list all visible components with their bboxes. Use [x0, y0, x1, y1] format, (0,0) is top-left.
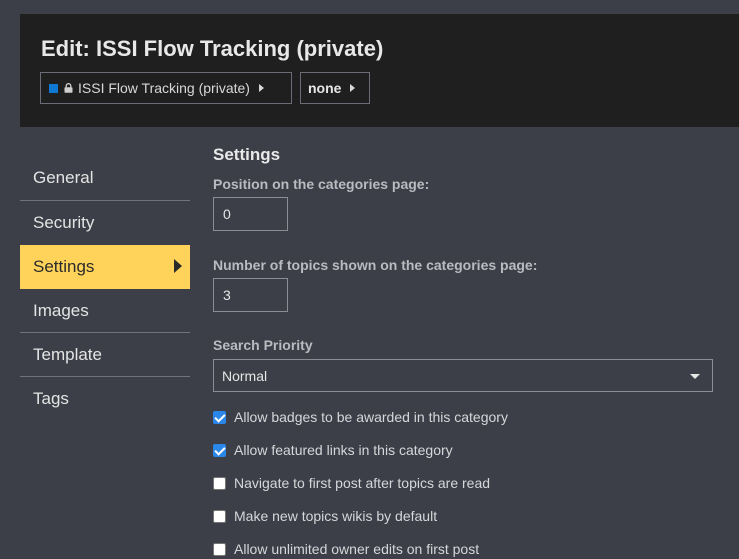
checkbox-label: Allow badges to be awarded in this categ… — [234, 409, 508, 425]
sidebar-item-label: Images — [33, 301, 89, 320]
category-edit-header: Edit: ISSI Flow Tracking (private) ISSI … — [20, 14, 739, 127]
topics-wiki-default-checkbox[interactable] — [213, 509, 226, 523]
category-breadcrumb-dropdown[interactable]: ISSI Flow Tracking (private) — [40, 72, 292, 104]
subcategory-breadcrumb-label: none — [308, 80, 342, 96]
allow-badges-option[interactable]: Allow badges to be awarded in this categ… — [213, 407, 508, 427]
checkbox-label: Navigate to first post after topics are … — [234, 475, 491, 491]
sidebar-item-security[interactable]: Security — [20, 201, 190, 245]
top-strip — [0, 0, 739, 14]
navigate-first-post-option[interactable]: Navigate to first post after topics are … — [213, 473, 490, 493]
num-topics-label: Number of topics shown on the categories… — [213, 257, 538, 273]
sidebar-item-label: Template — [33, 345, 102, 364]
sidebar-item-label: Tags — [33, 389, 69, 408]
category-breadcrumb-label: ISSI Flow Tracking (private) — [78, 80, 250, 96]
checkbox-label: Make new topics wikis by default — [234, 508, 438, 524]
sidebar-item-label: Security — [33, 213, 95, 232]
caret-right-icon — [350, 84, 356, 92]
sidebar-item-label: Settings — [33, 257, 95, 276]
section-title: Settings — [213, 145, 281, 164]
lock-icon — [64, 83, 73, 93]
unlimited-owner-edits-option[interactable]: Allow unlimited owner edits on first pos… — [213, 539, 479, 559]
search-priority-value: Normal — [222, 367, 268, 384]
sidebar-item-settings[interactable]: Settings — [20, 245, 190, 289]
position-input[interactable] — [213, 197, 288, 231]
allow-badges-checkbox[interactable] — [213, 410, 226, 424]
navigate-first-post-checkbox[interactable] — [213, 476, 226, 490]
page-title: Edit: ISSI Flow Tracking (private) — [41, 36, 384, 61]
caret-right-icon — [174, 259, 182, 273]
search-priority-label: Search Priority — [213, 337, 313, 353]
position-label: Position on the categories page: — [213, 176, 430, 192]
caret-right-icon — [258, 84, 264, 92]
sidebar-item-images[interactable]: Images — [20, 289, 190, 333]
num-topics-input[interactable] — [213, 278, 288, 312]
search-priority-select[interactable]: Normal — [213, 359, 713, 392]
unlimited-owner-edits-checkbox[interactable] — [213, 542, 226, 556]
allow-featured-links-option[interactable]: Allow featured links in this category — [213, 440, 453, 460]
category-color-badge — [49, 83, 58, 93]
topics-wiki-default-option[interactable]: Make new topics wikis by default — [213, 506, 437, 526]
sidebar-item-tags[interactable]: Tags — [20, 377, 190, 421]
sidebar-item-general[interactable]: General — [20, 156, 190, 200]
sidebar-item-template[interactable]: Template — [20, 333, 190, 377]
sidebar-item-label: General — [33, 168, 94, 187]
checkbox-label: Allow featured links in this category — [234, 442, 453, 458]
allow-featured-links-checkbox[interactable] — [213, 443, 226, 457]
chevron-down-icon — [690, 374, 700, 379]
subcategory-breadcrumb-dropdown[interactable]: none — [300, 72, 370, 104]
